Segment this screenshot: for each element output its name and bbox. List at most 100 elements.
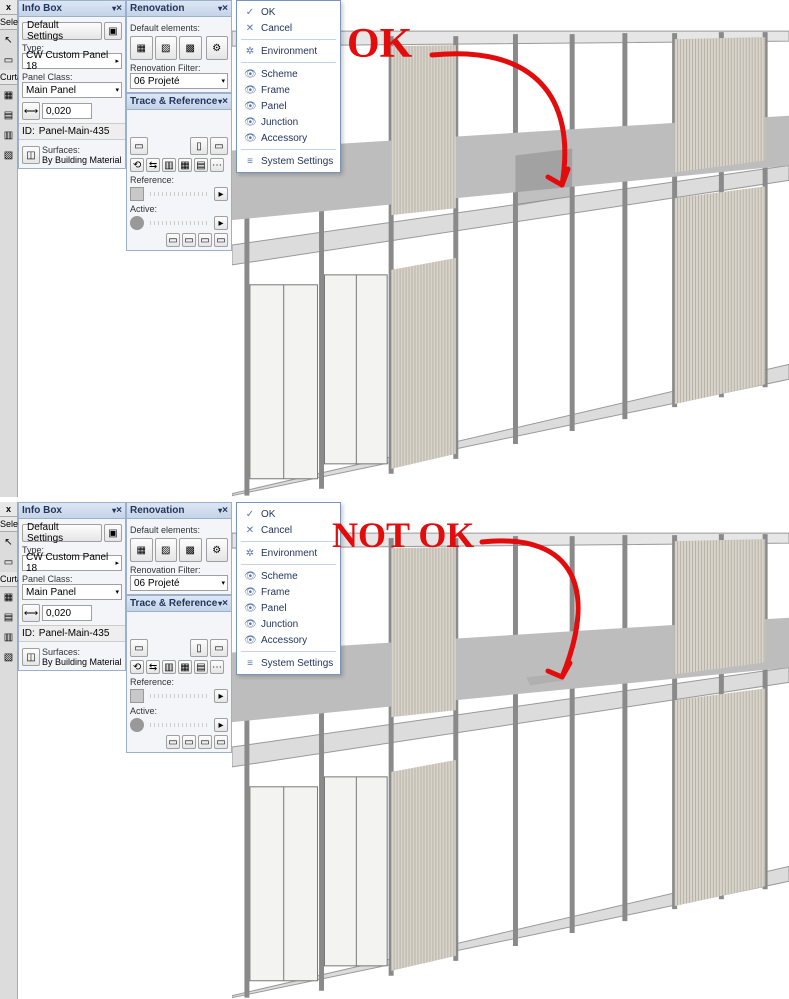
reno-existing-button[interactable]: ▦: [130, 538, 153, 562]
3d-viewport[interactable]: ✓OK ✕Cancel ✲Environment 👁Scheme 👁Frame …: [232, 0, 789, 497]
panel-tool-icon[interactable]: ▤: [1, 107, 17, 123]
reference-slider[interactable]: [150, 694, 208, 698]
panel-tool-c-icon[interactable]: ▧: [1, 649, 17, 665]
type-dropdown[interactable]: CW Custom Panel 18▸: [22, 555, 122, 571]
menu-panel[interactable]: 👁Panel: [241, 600, 336, 616]
menu-junction[interactable]: 👁Junction: [241, 616, 336, 632]
panel-tool-icon[interactable]: ▤: [1, 609, 17, 625]
trace-tool-c[interactable]: ▭: [210, 639, 228, 657]
active-slider[interactable]: [150, 723, 208, 727]
reno-demolish-button[interactable]: ▨: [155, 36, 178, 60]
type-dropdown[interactable]: CW Custom Panel 18▸: [22, 53, 122, 69]
thickness-input[interactable]: 0,020: [42, 605, 92, 621]
reno-existing-button[interactable]: ▦: [130, 36, 153, 60]
infobox-title[interactable]: Info Box▾×: [19, 503, 125, 519]
trace-title[interactable]: Trace & Reference▾×: [127, 596, 231, 612]
thickness-input[interactable]: 0,020: [42, 103, 92, 119]
reference-step[interactable]: ▸: [214, 187, 228, 201]
menu-frame[interactable]: 👁Frame: [241, 584, 336, 600]
panel-tool-b-icon[interactable]: ▥: [1, 127, 17, 143]
active-step[interactable]: ▸: [214, 718, 228, 732]
settings-dialog-button[interactable]: ▣: [104, 524, 122, 542]
menu-junction[interactable]: 👁Junction: [241, 114, 336, 130]
trace-bot-c[interactable]: ▭: [198, 233, 212, 247]
grid-tool-icon[interactable]: ▦: [1, 589, 17, 605]
menu-cancel[interactable]: ✕Cancel: [241, 20, 336, 36]
close-icon[interactable]: ×: [222, 96, 228, 107]
reference-slider[interactable]: [150, 192, 208, 196]
close-icon[interactable]: x: [0, 502, 17, 517]
trace-title[interactable]: Trace & Reference▾×: [127, 94, 231, 110]
arrow-tool-icon[interactable]: ↖: [1, 32, 17, 48]
panel-tool-b-icon[interactable]: ▥: [1, 629, 17, 645]
trace-nav-e[interactable]: ▤: [194, 158, 208, 172]
close-icon[interactable]: ×: [222, 3, 228, 14]
reference-step[interactable]: ▸: [214, 689, 228, 703]
surface-icon[interactable]: ◫: [22, 146, 40, 164]
menu-ok[interactable]: ✓OK: [241, 506, 336, 522]
trace-nav-a[interactable]: ⟲: [130, 660, 144, 674]
trace-tool-b[interactable]: ▯: [190, 137, 208, 155]
trace-nav-a[interactable]: ⟲: [130, 158, 144, 172]
reference-color[interactable]: [130, 689, 144, 703]
trace-nav-c[interactable]: ▥: [162, 158, 176, 172]
thickness-icon[interactable]: ⟷: [22, 604, 40, 622]
trace-bot-d[interactable]: ▭: [214, 233, 228, 247]
menu-panel[interactable]: 👁Panel: [241, 98, 336, 114]
reno-settings-button[interactable]: ⚙: [206, 538, 229, 562]
surfaces-value[interactable]: By Building Material: [42, 155, 122, 165]
trace-bot-c[interactable]: ▭: [198, 735, 212, 749]
marquee-tool-icon[interactable]: ▭: [1, 554, 17, 570]
menu-accessory[interactable]: 👁Accessory: [241, 632, 336, 648]
active-color[interactable]: [130, 718, 144, 732]
panel-tool-c-icon[interactable]: ▧: [1, 147, 17, 163]
menu-environment[interactable]: ✲Environment: [241, 545, 336, 561]
trace-nav-d[interactable]: ▦: [178, 158, 192, 172]
class-dropdown[interactable]: Main Panel▾: [22, 82, 122, 98]
renovation-title[interactable]: Renovation▾×: [127, 503, 231, 519]
menu-system-settings[interactable]: ≡System Settings: [241, 153, 336, 169]
trace-nav-c[interactable]: ▥: [162, 660, 176, 674]
reno-filter-dropdown[interactable]: 06 Projeté▾: [130, 575, 228, 591]
class-dropdown[interactable]: Main Panel▾: [22, 584, 122, 600]
trace-tool-c[interactable]: ▭: [210, 137, 228, 155]
id-value[interactable]: Panel-Main-435: [39, 126, 110, 137]
trace-bot-d[interactable]: ▭: [214, 735, 228, 749]
settings-dialog-button[interactable]: ▣: [104, 22, 122, 40]
reno-demolish-button[interactable]: ▨: [155, 538, 178, 562]
trace-nav-f[interactable]: ⋯: [210, 660, 224, 674]
reno-new-button[interactable]: ▩: [179, 36, 202, 60]
default-settings-button[interactable]: Default Settings: [22, 22, 102, 40]
close-icon[interactable]: ×: [116, 3, 122, 14]
trace-bot-a[interactable]: ▭: [166, 233, 180, 247]
trace-tool-b[interactable]: ▯: [190, 639, 208, 657]
menu-scheme[interactable]: 👁Scheme: [241, 66, 336, 82]
menu-system-settings[interactable]: ≡System Settings: [241, 655, 336, 671]
menu-environment[interactable]: ✲Environment: [241, 43, 336, 59]
close-icon[interactable]: ×: [222, 505, 228, 516]
trace-bot-b[interactable]: ▭: [182, 735, 196, 749]
trace-tool-a[interactable]: ▭: [130, 639, 148, 657]
trace-tool-a[interactable]: ▭: [130, 137, 148, 155]
reno-new-button[interactable]: ▩: [179, 538, 202, 562]
trace-nav-b[interactable]: ⇆: [146, 660, 160, 674]
marquee-tool-icon[interactable]: ▭: [1, 52, 17, 68]
reno-settings-button[interactable]: ⚙: [206, 36, 229, 60]
3d-viewport[interactable]: ✓OK ✕Cancel ✲Environment 👁Scheme 👁Frame …: [232, 502, 789, 999]
trace-nav-e[interactable]: ▤: [194, 660, 208, 674]
trace-nav-d[interactable]: ▦: [178, 660, 192, 674]
grid-tool-icon[interactable]: ▦: [1, 87, 17, 103]
default-settings-button[interactable]: Default Settings: [22, 524, 102, 542]
active-slider[interactable]: [150, 221, 208, 225]
reno-filter-dropdown[interactable]: 06 Projeté▾: [130, 73, 228, 89]
renovation-title[interactable]: Renovation▾×: [127, 1, 231, 17]
surfaces-value[interactable]: By Building Material: [42, 657, 122, 667]
trace-nav-f[interactable]: ⋯: [210, 158, 224, 172]
trace-bot-a[interactable]: ▭: [166, 735, 180, 749]
thickness-icon[interactable]: ⟷: [22, 102, 40, 120]
trace-nav-b[interactable]: ⇆: [146, 158, 160, 172]
close-icon[interactable]: ×: [222, 598, 228, 609]
reference-color[interactable]: [130, 187, 144, 201]
menu-frame[interactable]: 👁Frame: [241, 82, 336, 98]
close-icon[interactable]: x: [0, 0, 17, 15]
